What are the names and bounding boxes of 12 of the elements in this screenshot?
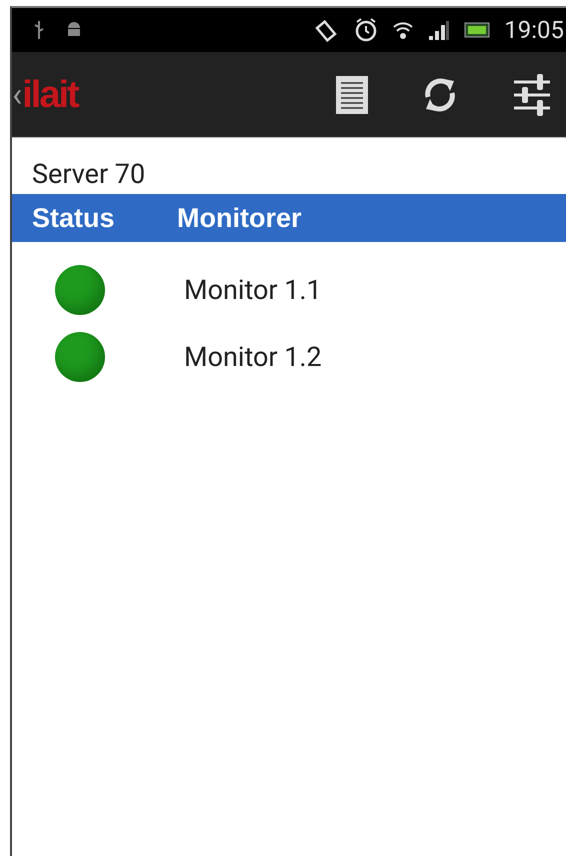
sliders-icon[interactable]: [512, 72, 552, 116]
monitor-name[interactable]: Monitor 1.1: [184, 274, 322, 306]
server-title: Server 70: [31, 157, 146, 192]
clock-time: 19:05: [504, 16, 565, 44]
monitor-name[interactable]: Monitor 1.2: [184, 340, 322, 372]
battery-icon: [464, 22, 490, 38]
column-header: Status: [31, 202, 116, 234]
column-header: Monitorer: [177, 202, 302, 234]
alarm-clock-icon: [354, 18, 378, 42]
list-icon[interactable]: [336, 76, 368, 114]
back-chevron[interactable]: ‹: [12, 78, 22, 112]
signal-icon: [428, 20, 450, 40]
